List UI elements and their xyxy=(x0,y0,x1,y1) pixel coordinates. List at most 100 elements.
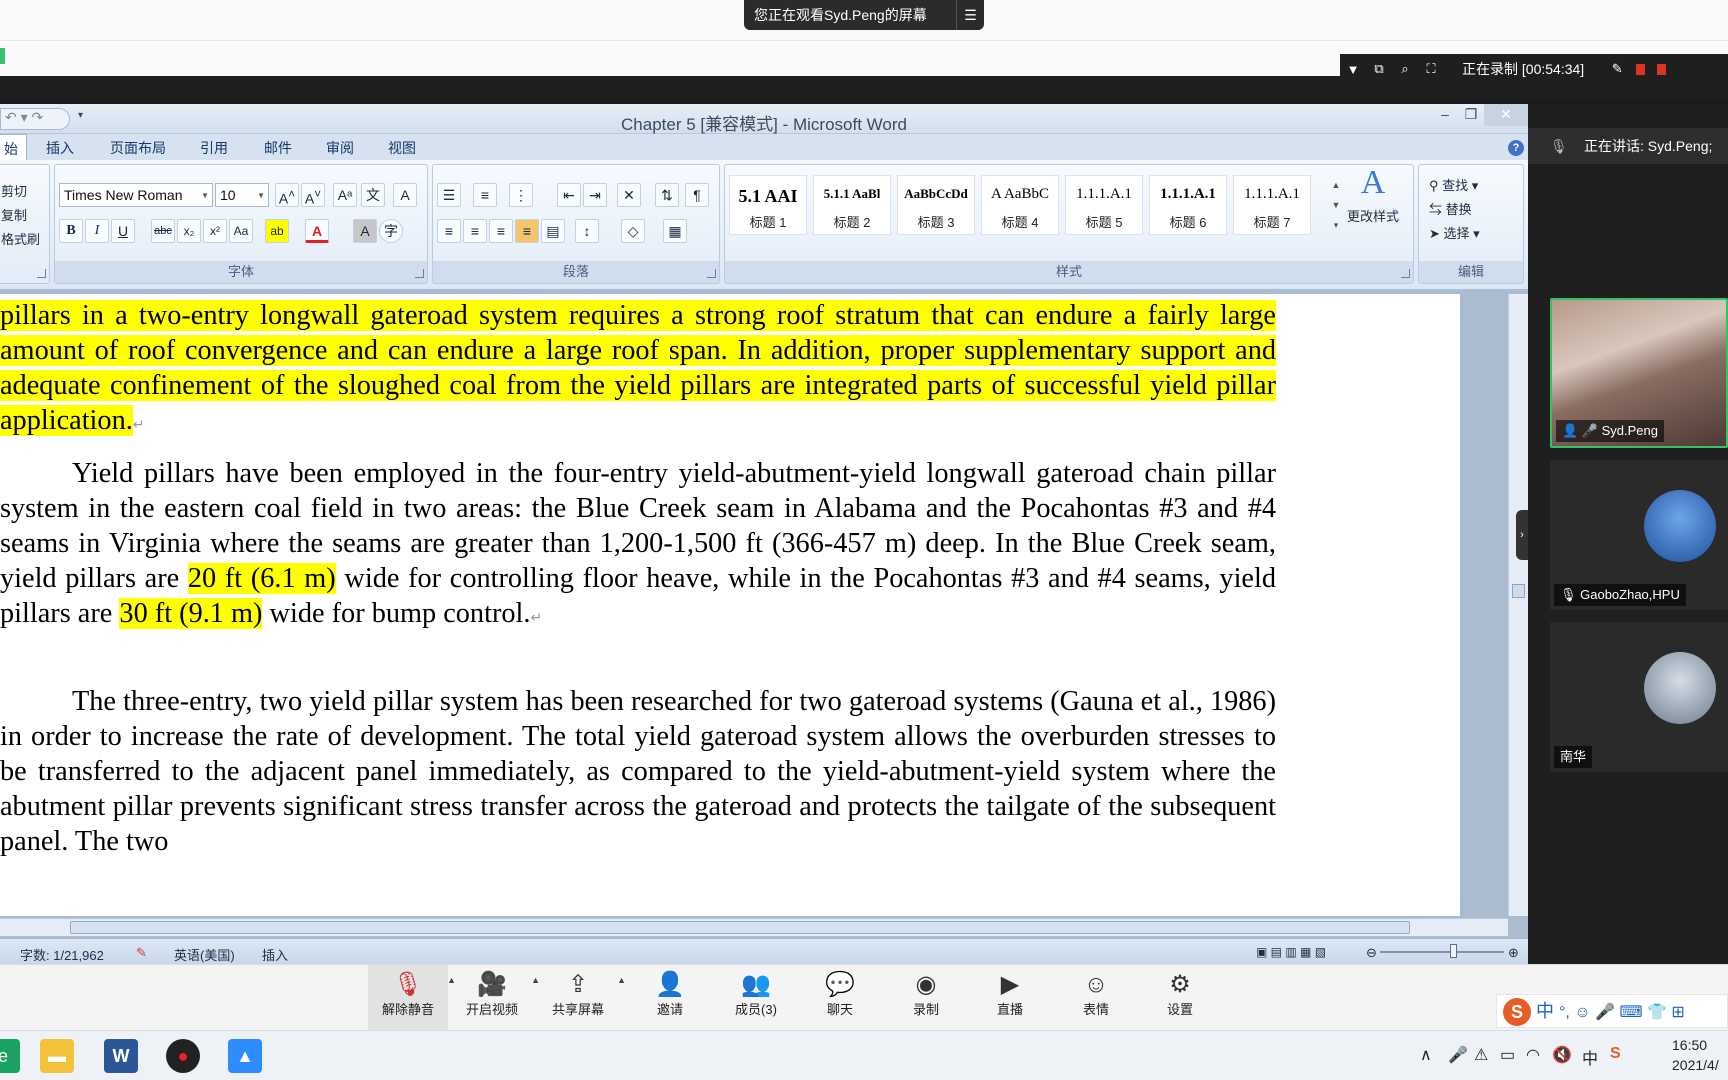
participant-tile[interactable]: 🎙 GaoboZhao,HPU xyxy=(1550,460,1728,610)
microphone-icon[interactable]: 🎤 xyxy=(1448,1045,1468,1065)
zoom-slider-knob[interactable] xyxy=(1450,944,1457,958)
list-icon[interactable]: ☰ xyxy=(956,0,984,30)
style-heading-2[interactable]: 5.1.1 AaBl 标题 2 xyxy=(813,175,891,235)
dialog-launcher-icon[interactable] xyxy=(1401,269,1410,278)
dialog-launcher-icon[interactable] xyxy=(415,269,424,278)
clock[interactable]: 16:50 2021/4/ xyxy=(1672,1035,1719,1075)
tab-page-layout[interactable]: 页面布局 xyxy=(110,138,166,158)
line-spacing-icon[interactable]: ↕ xyxy=(575,219,599,243)
minimize-icon[interactable]: – xyxy=(1432,104,1458,126)
style-heading-3[interactable]: AaBbCcDd 标题 3 xyxy=(897,175,975,235)
shading-icon[interactable]: ◇ xyxy=(621,219,645,243)
decrease-indent-icon[interactable]: ⇤ xyxy=(557,183,581,207)
ime-tools-icon[interactable]: °, ☺ 🎤 ⌨ 👕 ⊞ xyxy=(1559,1004,1685,1021)
help-icon[interactable]: ? xyxy=(1508,140,1524,156)
show-marks-icon[interactable]: ¶ xyxy=(685,183,709,207)
change-case-icon[interactable]: Aa xyxy=(229,219,253,243)
increase-indent-icon[interactable]: ⇥ xyxy=(583,183,607,207)
folder-icon[interactable]: ▬ xyxy=(40,1039,74,1073)
align-left-icon[interactable]: ≡ xyxy=(437,219,461,243)
numbering-icon[interactable]: ≡ xyxy=(473,183,497,207)
search-icon[interactable]: ⌕ xyxy=(1392,61,1418,77)
tab-home[interactable]: 始 xyxy=(0,134,27,160)
asian-layout-icon[interactable]: ✕ xyxy=(617,183,641,207)
superscript-icon[interactable]: x² xyxy=(203,219,227,243)
chevron-up-icon[interactable]: ∧ xyxy=(1420,1045,1432,1065)
window-icon[interactable]: ⧉ xyxy=(1366,61,1392,77)
character-shading-icon[interactable]: A xyxy=(353,219,377,243)
sort-icon[interactable]: ⇅ xyxy=(655,183,679,207)
reactions-button[interactable]: ☺ 表情 xyxy=(1056,965,1136,1031)
language-indicator[interactable]: 英语(美国) xyxy=(174,945,235,964)
zoom-in-icon[interactable]: ⊕ xyxy=(1508,945,1519,961)
edge-icon[interactable]: e xyxy=(0,1039,20,1073)
tab-insert[interactable]: 插入 xyxy=(46,138,74,158)
tab-references[interactable]: 引用 xyxy=(200,138,228,158)
battery-icon[interactable]: ▭ xyxy=(1500,1045,1515,1065)
close-icon[interactable]: ✕ xyxy=(1484,104,1528,126)
justify-icon[interactable]: ≡ xyxy=(515,219,539,243)
tab-review[interactable]: 审阅 xyxy=(326,138,354,158)
font-color-icon[interactable]: A xyxy=(305,219,329,243)
style-heading-6[interactable]: 1.1.1.A.1 标题 6 xyxy=(1149,175,1227,235)
font-size-combo[interactable]: 10 ▼ xyxy=(215,183,269,207)
shrink-font-icon[interactable]: A˅ xyxy=(301,183,325,207)
record-button[interactable]: ◉ 录制 xyxy=(886,965,966,1031)
style-heading-7[interactable]: 1.1.1.A.1 标题 7 xyxy=(1233,175,1311,235)
meeting-app-icon[interactable]: ▲ xyxy=(228,1039,262,1073)
borders-icon[interactable]: ▦ xyxy=(663,219,687,243)
view-buttons[interactable]: ▣ ▤ ▥ ▦ ▧ xyxy=(1256,945,1326,959)
settings-button[interactable]: ⚙ 设置 xyxy=(1140,965,1220,1031)
change-styles-button[interactable]: A 更改样式 xyxy=(1338,164,1408,225)
live-button[interactable]: ▶ 直播 xyxy=(970,965,1050,1031)
character-border-icon[interactable]: A xyxy=(393,183,417,207)
pen-icon[interactable]: ✎ xyxy=(1604,61,1630,77)
ime-language[interactable]: 中 xyxy=(1536,1001,1554,1021)
unmute-button[interactable]: 🎙 解除静音 ▲ xyxy=(368,965,456,1031)
style-heading-5[interactable]: 1.1.1.A.1 标题 5 xyxy=(1065,175,1143,235)
italic-icon[interactable]: I xyxy=(85,219,109,243)
volume-icon[interactable]: 🔇 xyxy=(1552,1045,1572,1065)
dialog-launcher-icon[interactable] xyxy=(37,269,46,278)
subscript-icon[interactable]: x₂ xyxy=(177,219,201,243)
bullets-icon[interactable]: ☰ xyxy=(437,183,461,207)
select-button[interactable]: ➤ 选择 ▾ xyxy=(1429,223,1480,242)
tab-mailings[interactable]: 邮件 xyxy=(264,138,292,158)
participants-button[interactable]: 👥 成员(3) xyxy=(716,965,796,1031)
chat-button[interactable]: 💬 聊天 xyxy=(800,965,880,1031)
horizontal-scroll-thumb[interactable] xyxy=(70,921,1410,934)
start-video-button[interactable]: 🎥 开启视频 ▲ xyxy=(452,965,540,1031)
proofing-icon[interactable]: ✎ xyxy=(136,945,147,961)
pause-record-icon[interactable] xyxy=(1636,63,1646,75)
viewing-banner[interactable]: 您正在观看Syd.Peng的屏幕 ☰ xyxy=(744,0,984,30)
word-icon[interactable]: W xyxy=(104,1039,138,1073)
shield-icon[interactable]: ⚠ xyxy=(1474,1045,1488,1065)
zoom-out-icon[interactable]: ⊖ xyxy=(1366,945,1377,961)
font-name-combo[interactable]: Times New Roman ▼ xyxy=(59,183,213,207)
enclose-character-icon[interactable]: 字 xyxy=(379,219,403,243)
chevron-up-icon[interactable]: ▲ xyxy=(617,975,626,985)
format-painter-button[interactable]: 格式刷 xyxy=(1,229,40,248)
invite-button[interactable]: 👤 邀请 xyxy=(630,965,710,1031)
cut-button[interactable]: 剪切 xyxy=(1,181,27,200)
grow-font-icon[interactable]: A˄ xyxy=(275,183,299,207)
recorder-icon[interactable]: ● xyxy=(166,1039,200,1073)
align-center-icon[interactable]: ≡ xyxy=(463,219,487,243)
stop-record-icon[interactable] xyxy=(1657,63,1667,75)
chevron-down-icon[interactable]: ▼ xyxy=(1340,62,1366,77)
bold-icon[interactable]: B xyxy=(59,219,83,243)
insert-mode[interactable]: 插入 xyxy=(262,945,288,964)
replace-button[interactable]: ⇆ 替换 xyxy=(1429,199,1472,218)
restore-icon[interactable]: ❐ xyxy=(1458,104,1484,126)
strikethrough-icon[interactable]: abc xyxy=(151,219,175,243)
align-right-icon[interactable]: ≡ xyxy=(489,219,513,243)
distributed-icon[interactable]: ▤ xyxy=(541,219,565,243)
zoom-slider[interactable] xyxy=(1380,951,1504,953)
ime-toolbar[interactable]: S 中 °, ☺ 🎤 ⌨ 👕 ⊞ xyxy=(1496,994,1728,1028)
find-button[interactable]: ⚲ 查找 ▾ xyxy=(1429,175,1478,194)
phonetic-guide-icon[interactable]: 文 xyxy=(361,183,385,207)
style-heading-1[interactable]: 5.1 AAI 标题 1 xyxy=(729,175,807,235)
document-page[interactable]: pillars in a two-entry longwall gateroad… xyxy=(0,294,1460,916)
copy-button[interactable]: 复制 xyxy=(1,205,27,224)
fullscreen-icon[interactable]: ⛶ xyxy=(1418,61,1444,77)
